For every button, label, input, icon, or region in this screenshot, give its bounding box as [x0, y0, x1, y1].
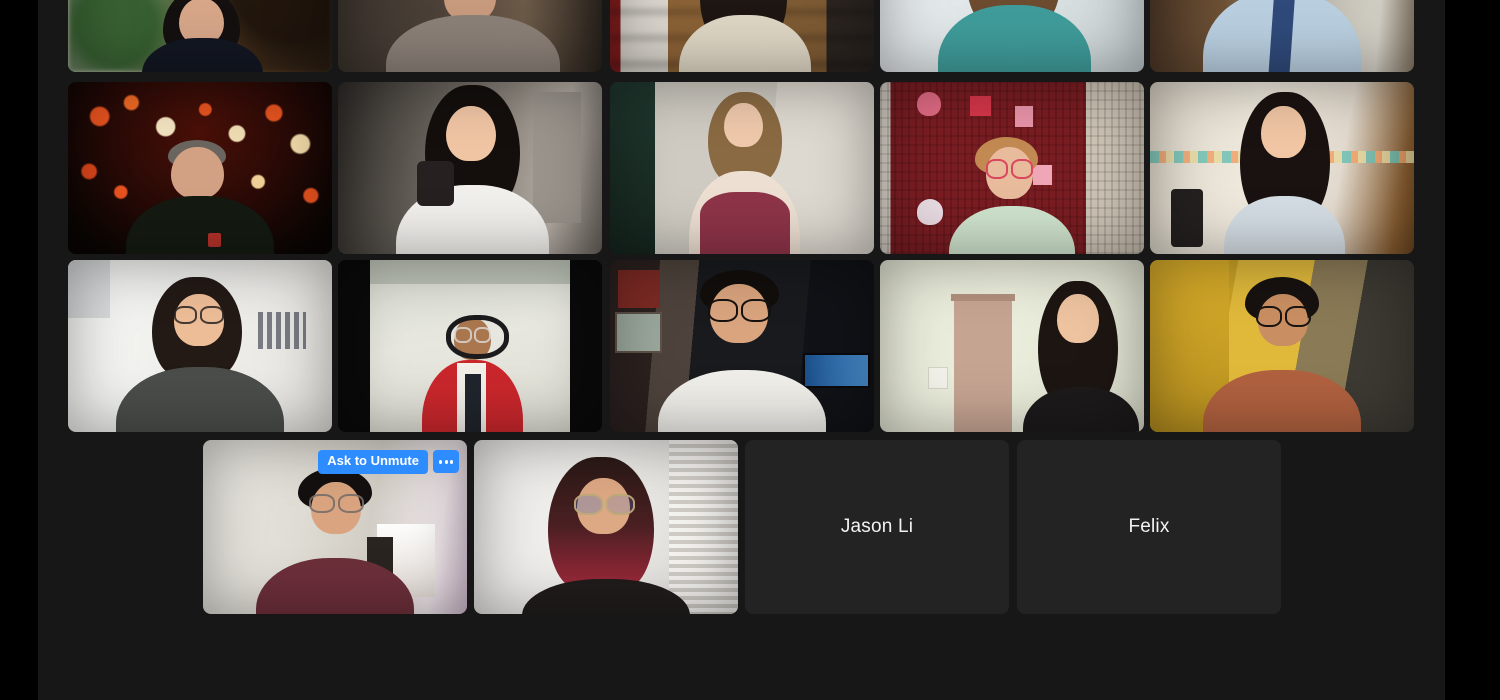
participant-tile[interactable]: [610, 82, 874, 254]
participant-tile[interactable]: Felix: [1017, 440, 1281, 614]
participant-video: [880, 260, 1144, 432]
participant-video: [474, 440, 738, 614]
participant-video: [338, 0, 602, 72]
participant-video: [1150, 0, 1414, 72]
participant-tile[interactable]: [880, 260, 1144, 432]
participant-tile[interactable]: [68, 0, 332, 72]
participant-tile[interactable]: [68, 82, 332, 254]
participant-tile[interactable]: [880, 82, 1144, 254]
participant-tile[interactable]: [338, 82, 602, 254]
participant-tile[interactable]: [1150, 82, 1414, 254]
participant-name: Felix: [1128, 516, 1170, 537]
participant-tile[interactable]: [338, 0, 602, 72]
participant-video: [338, 82, 602, 254]
participant-video: [1150, 260, 1414, 432]
participant-video: [880, 0, 1144, 72]
participant-video: [610, 260, 874, 432]
participant-tile[interactable]: Ask to Unmute: [203, 440, 467, 614]
zoom-gallery-view: Ask to Unmute Jason Li Felix: [38, 0, 1445, 700]
participant-video: [338, 260, 602, 432]
ask-to-unmute-button[interactable]: Ask to Unmute: [318, 450, 428, 474]
participant-video: [610, 0, 874, 72]
participant-video: [1150, 82, 1414, 254]
more-options-button[interactable]: [433, 450, 459, 474]
participant-tile[interactable]: [880, 0, 1144, 72]
ellipsis-icon: [450, 460, 453, 464]
participant-tile[interactable]: [610, 0, 874, 72]
participant-tile[interactable]: Jason Li: [745, 440, 1009, 614]
participant-tile[interactable]: [1150, 260, 1414, 432]
participant-video: [68, 0, 332, 72]
participant-name: Jason Li: [840, 516, 914, 537]
ellipsis-icon: [439, 460, 442, 464]
participant-grid: Ask to Unmute Jason Li Felix: [38, 0, 1445, 700]
participant-video: [68, 82, 332, 254]
participant-tile[interactable]: [610, 260, 874, 432]
tile-hover-controls[interactable]: Ask to Unmute: [318, 450, 459, 474]
participant-video: [610, 82, 874, 254]
participant-tile[interactable]: [474, 440, 738, 614]
participant-video: [880, 82, 1144, 254]
screenshot-root: Ask to Unmute Jason Li Felix: [0, 0, 1500, 700]
participant-tile[interactable]: [338, 260, 602, 432]
ellipsis-icon: [444, 460, 448, 464]
participant-tile[interactable]: [68, 260, 332, 432]
participant-tile[interactable]: [1150, 0, 1414, 72]
participant-video: [68, 260, 332, 432]
